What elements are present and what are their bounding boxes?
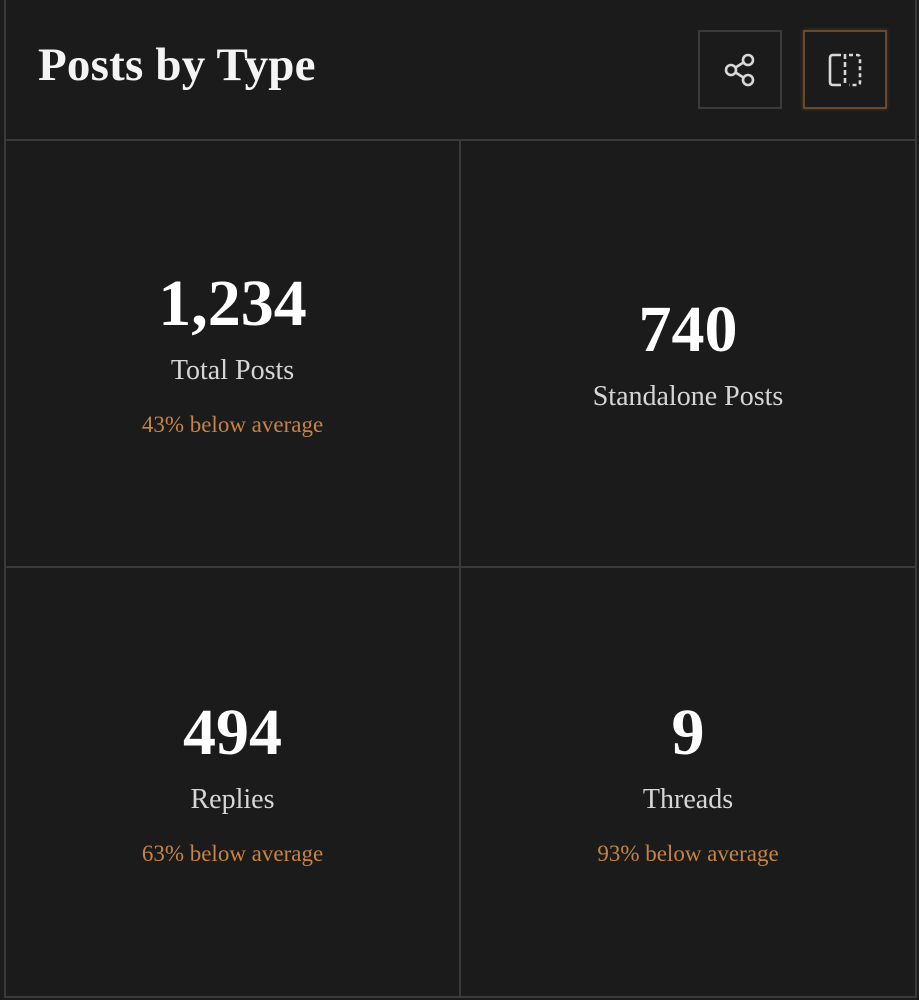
split-view-button[interactable] — [803, 30, 887, 109]
stat-delta: 93% below average — [597, 840, 779, 866]
split-view-icon — [828, 53, 862, 86]
stats-grid: 1,234 Total Posts 43% below average 740 … — [6, 141, 915, 996]
card-header: Posts by Type — [6, 0, 915, 141]
stat-value: 1,234 — [158, 267, 307, 340]
stat-label: Standalone Posts — [592, 380, 784, 412]
stat-replies: 494 Replies 63% below average — [6, 568, 461, 996]
stat-label: Threads — [642, 783, 734, 815]
share-button[interactable] — [698, 30, 782, 109]
stat-standalone-posts: 740 Standalone Posts — [461, 141, 915, 568]
stat-delta: 63% below average — [141, 840, 324, 866]
card-title: Posts by Type — [38, 39, 316, 91]
stat-label: Total Posts — [170, 355, 295, 386]
posts-by-type-card: Posts by Type 1,234 Total Posts 43% belo… — [4, 0, 917, 998]
share-icon — [724, 53, 755, 86]
stat-value: 9 — [671, 695, 705, 769]
stat-total-posts: 1,234 Total Posts 43% below average — [6, 141, 461, 568]
stat-threads: 9 Threads 93% below average — [461, 568, 915, 996]
stat-value: 740 — [638, 292, 738, 366]
stat-value: 494 — [183, 695, 282, 769]
stat-label: Replies — [190, 783, 275, 815]
stat-delta: 43% below average — [141, 412, 324, 437]
